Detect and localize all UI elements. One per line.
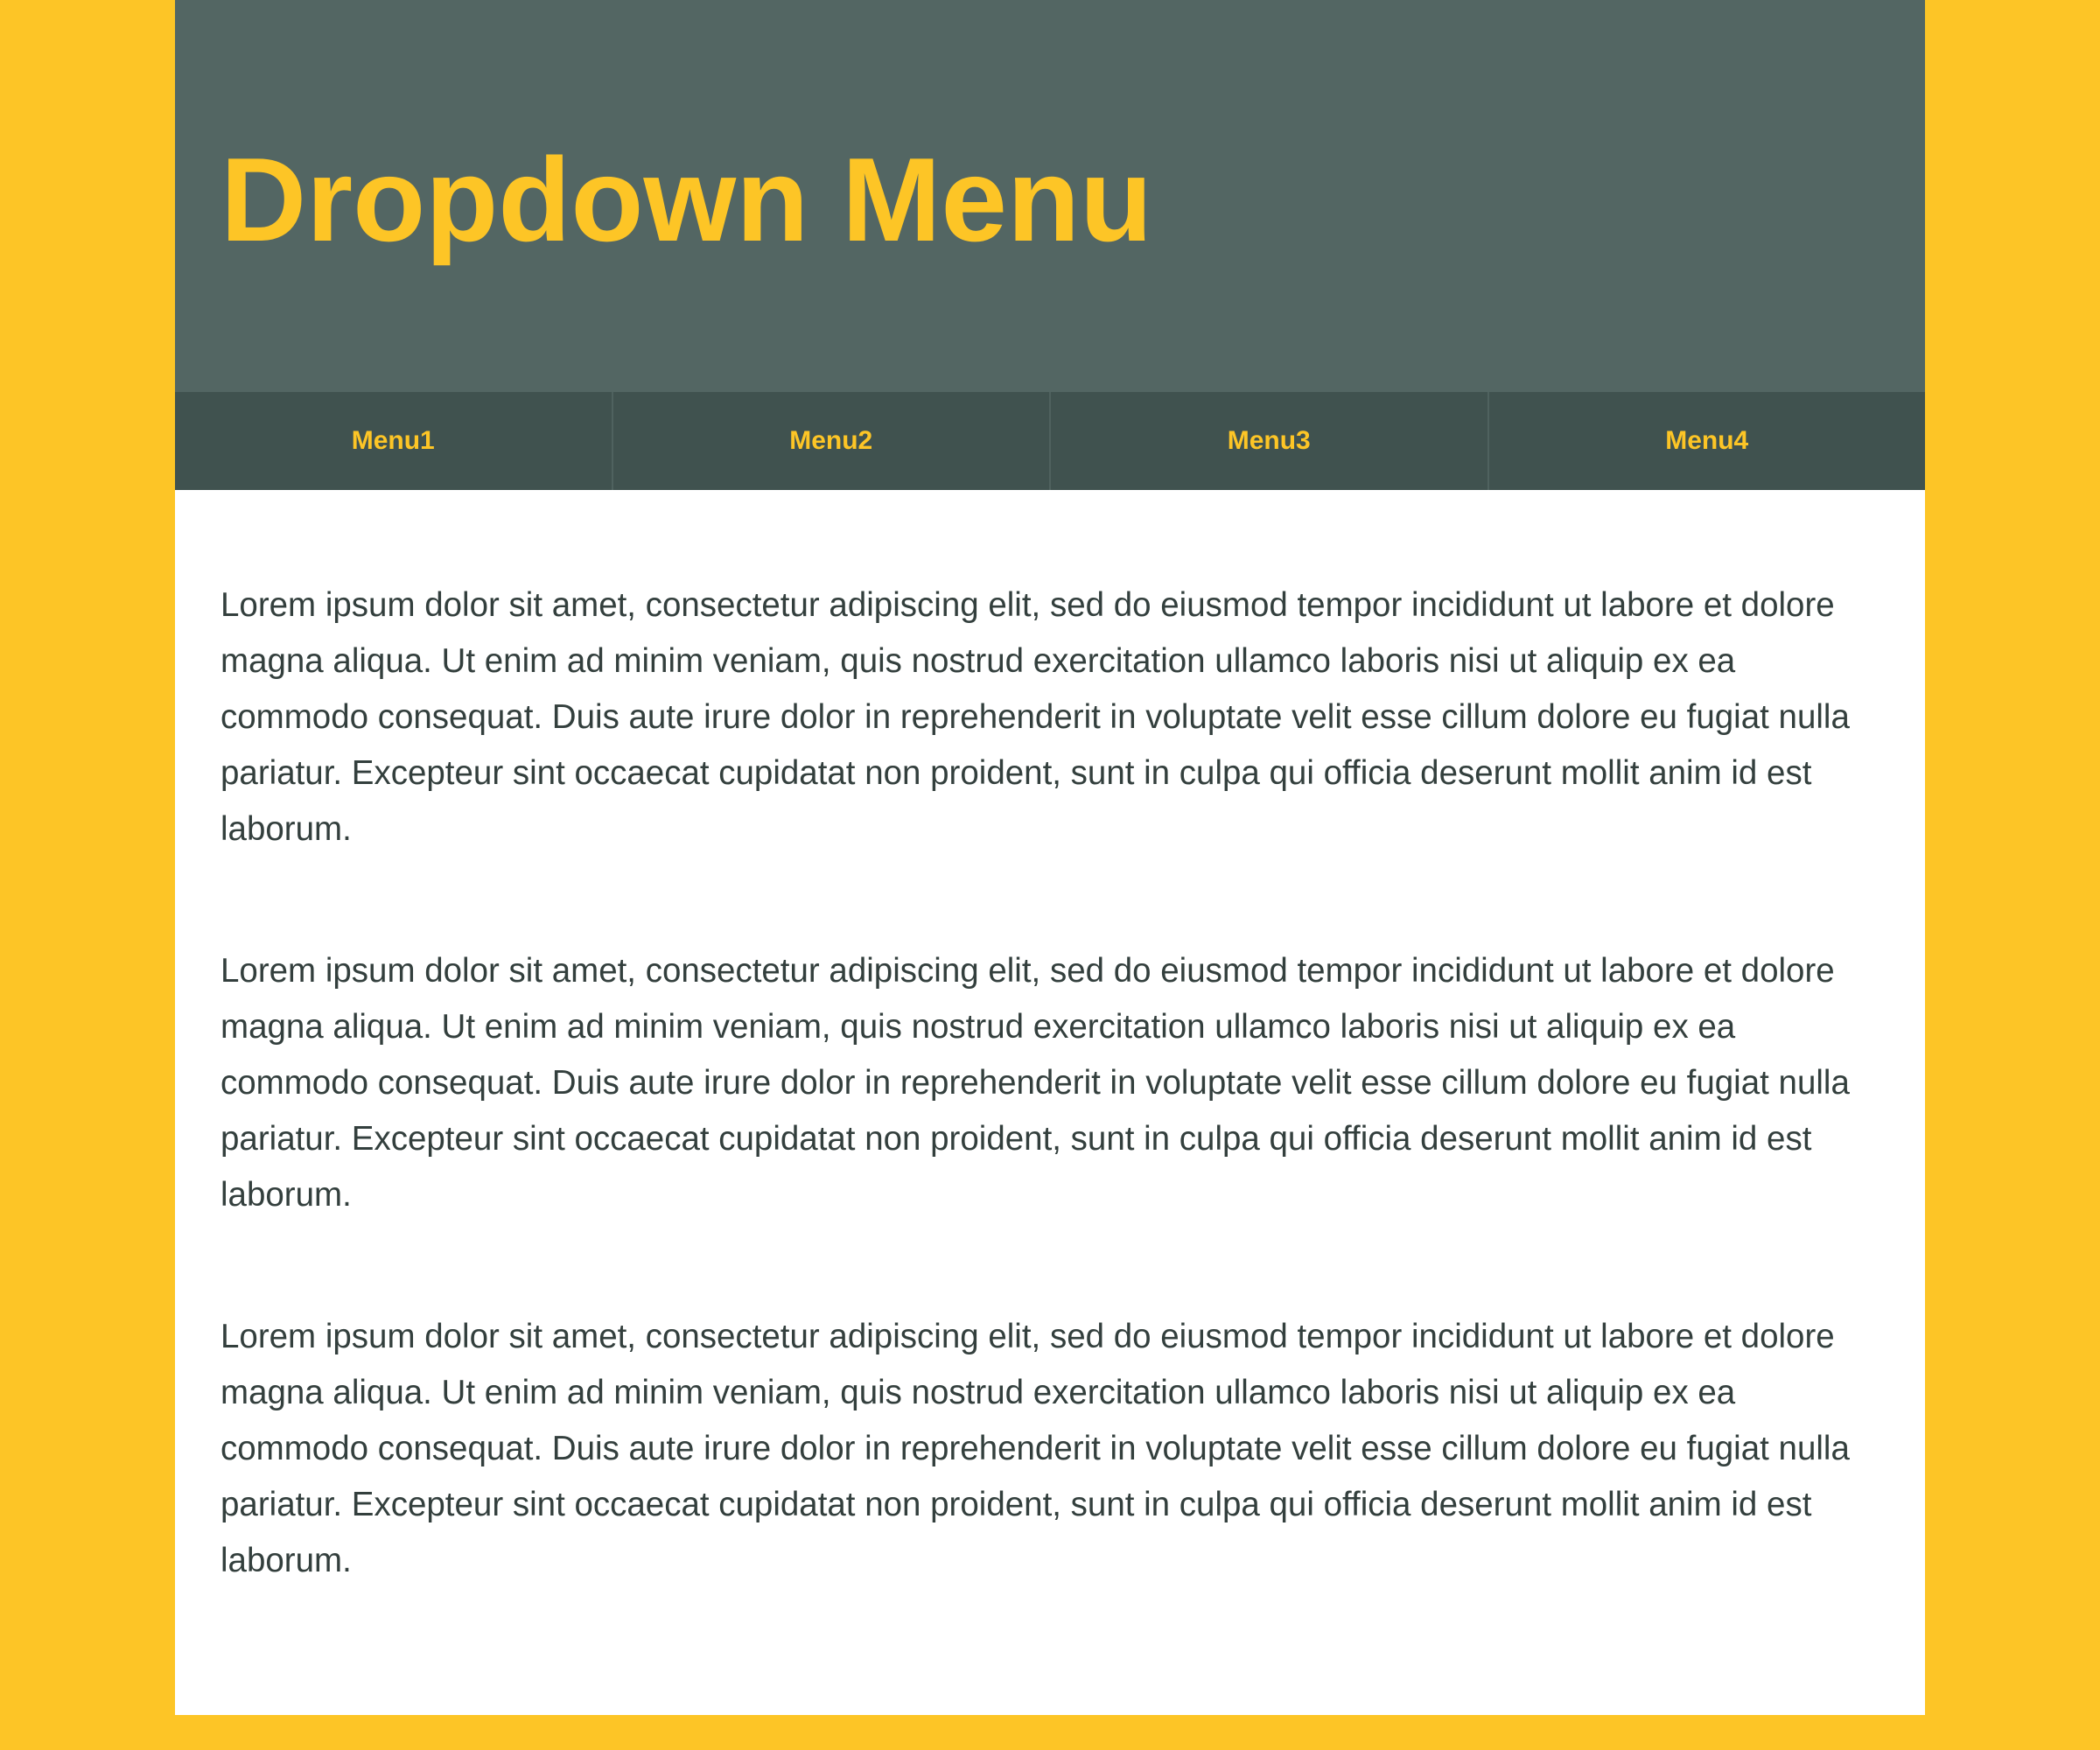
content-paragraph: Lorem ipsum dolor sit amet, consectetur … <box>220 952 1850 1214</box>
main-content: Lorem ipsum dolor sit amet, consectetur … <box>175 490 1925 1589</box>
nav-item-menu1[interactable]: Menu1 <box>175 392 613 490</box>
page-container: Dropdown Menu Menu1 Menu2 Menu3 Menu4 Lo… <box>175 0 1925 1715</box>
header: Dropdown Menu <box>175 0 1925 392</box>
page-title: Dropdown Menu <box>220 133 1153 266</box>
nav-item-menu4[interactable]: Menu4 <box>1489 392 1926 490</box>
content-paragraph: Lorem ipsum dolor sit amet, consectetur … <box>220 586 1850 848</box>
nav-item-menu2[interactable]: Menu2 <box>613 392 1051 490</box>
content-paragraph: Lorem ipsum dolor sit amet, consectetur … <box>220 1318 1850 1579</box>
nav-item-menu3[interactable]: Menu3 <box>1051 392 1489 490</box>
main-nav: Menu1 Menu2 Menu3 Menu4 <box>175 392 1925 490</box>
